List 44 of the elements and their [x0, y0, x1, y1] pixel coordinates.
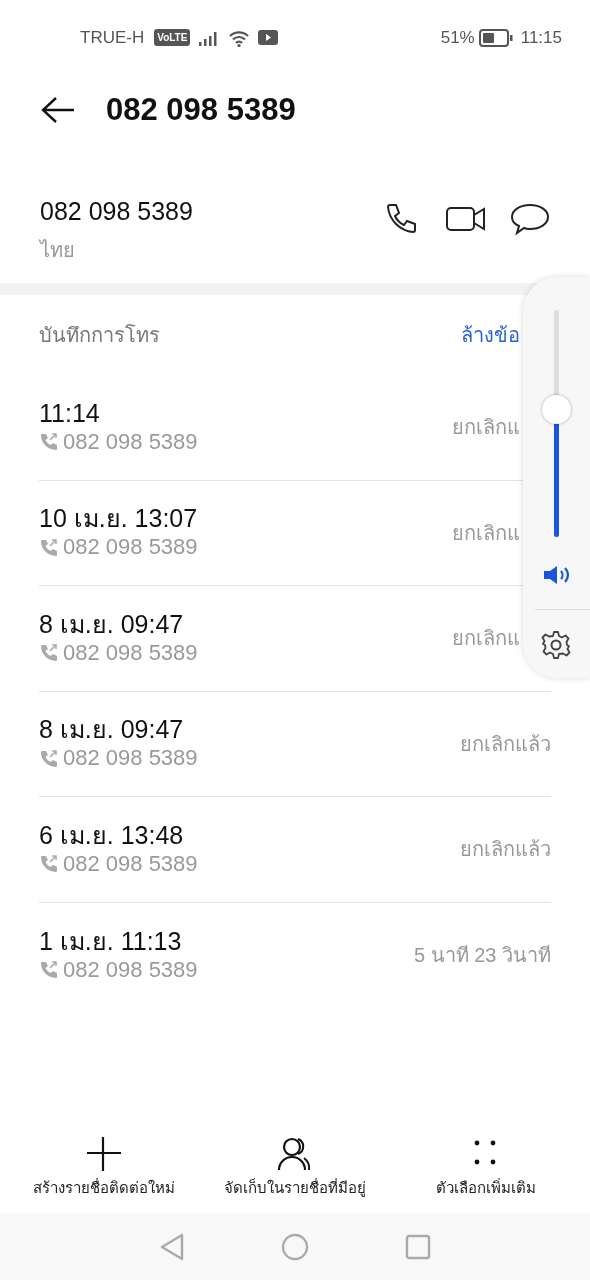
network-badge: VoLTE — [154, 29, 191, 46]
message-button[interactable] — [510, 201, 550, 237]
phone-number: 082 098 5389 — [40, 196, 193, 227]
outgoing-call-icon — [39, 748, 59, 769]
back-button[interactable] — [40, 95, 76, 125]
call-number: 082 098 5389 — [63, 427, 198, 456]
location-label: ไทย — [40, 237, 76, 263]
outgoing-call-icon — [39, 537, 59, 558]
call-time: 6 เม.ย. 13:48 — [39, 819, 185, 850]
plus-icon — [84, 1135, 123, 1173]
call-time: 11:14 — [39, 397, 101, 428]
call-number: 082 098 5389 — [63, 533, 198, 562]
speaker-icon[interactable] — [542, 564, 572, 586]
video-icon — [258, 30, 279, 45]
call-status: ยกเลิกแล้ว — [460, 731, 551, 757]
call-time: 8 เม.ย. 09:47 — [39, 608, 185, 639]
carrier-name: TRUE-H — [80, 26, 145, 49]
page-title: 082 098 5389 — [106, 90, 296, 129]
call-number: 082 098 5389 — [63, 955, 198, 984]
outgoing-call-icon — [39, 960, 59, 981]
wifi-icon — [228, 28, 251, 47]
action-button[interactable]: จัดเก็บในรายชื่อที่มีอยู่ — [205, 1135, 385, 1213]
call-status: 5 นาที 23 วินาที — [413, 943, 551, 969]
call-number: 082 098 5389 — [63, 744, 198, 773]
call-status: ยกเลิกแล้ว — [460, 837, 551, 863]
call-time: 10 เม.ย. 13:07 — [39, 503, 198, 534]
call-status: ยกเลิกแ — [452, 520, 520, 546]
outgoing-call-icon — [39, 432, 59, 453]
call-number: 082 098 5389 — [63, 849, 198, 878]
call-number: 082 098 5389 — [63, 638, 198, 667]
action-button[interactable]: ตัวเลือกเพิ่มเติม — [396, 1135, 577, 1213]
call-status: ยกเลิกแ — [452, 626, 520, 652]
outgoing-call-icon — [39, 854, 59, 875]
call-time: 1 เม.ย. 11:13 — [39, 925, 183, 956]
battery-percent: 51% — [440, 26, 475, 49]
call-status: ยกเลิกแ — [452, 415, 520, 441]
battery-icon — [478, 28, 513, 47]
action-button[interactable]: สร้างรายชื่อติดต่อใหม่ — [13, 1135, 194, 1213]
clear-log-link[interactable]: ล้างข้อ — [461, 320, 520, 350]
settings-icon[interactable] — [541, 630, 571, 660]
section-title: บันทึกการโทร — [39, 323, 160, 348]
clock-time: 11:15 — [520, 26, 562, 49]
outgoing-call-icon — [39, 643, 59, 664]
call-time: 8 เม.ย. 09:47 — [39, 714, 185, 745]
